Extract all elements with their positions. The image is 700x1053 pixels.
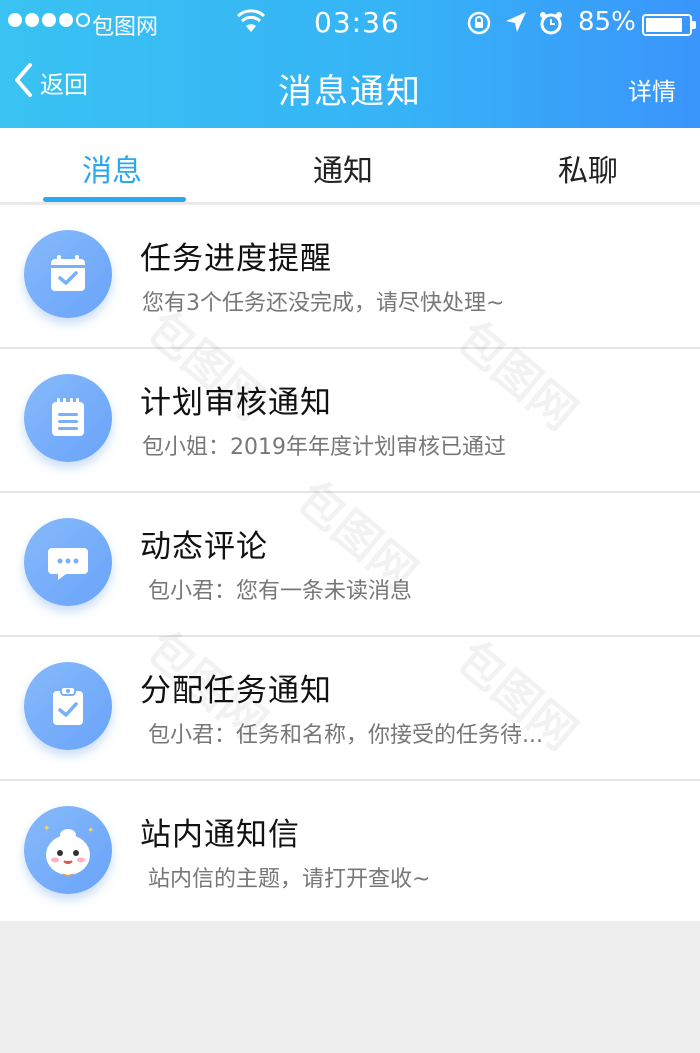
message-subtitle: 包小姐：2019年年度计划审核已通过 xyxy=(142,435,506,460)
status-bar: 包图网 03:36 85% xyxy=(0,0,700,50)
message-title: 任务进度提醒 xyxy=(140,241,332,277)
message-item-task-progress[interactable]: 任务进度提醒 您有3个任务还没完成，请尽快处理~ xyxy=(0,205,700,349)
tab-messages[interactable]: 消息 xyxy=(82,146,142,190)
message-item-site-mail[interactable]: ✦ ✦ 站内通知信 站内信的主题，请打开查收~ xyxy=(0,781,700,921)
message-item-plan-review[interactable]: 计划审核通知 包小姐：2019年年度计划审核已通过 xyxy=(0,349,700,493)
battery-percentage: 85% xyxy=(578,7,636,37)
mascot-avatar-icon: ✦ ✦ xyxy=(24,806,112,894)
active-tab-indicator xyxy=(43,197,186,202)
location-arrow-icon xyxy=(504,10,528,42)
calendar-check-icon xyxy=(24,230,112,318)
clipboard-check-icon xyxy=(24,662,112,750)
app-header: 包图网 03:36 85% 返回 消息通知 详情 xyxy=(0,0,700,128)
navigation-bar: 返回 消息通知 详情 xyxy=(0,50,700,128)
notepad-icon xyxy=(24,374,112,462)
status-time: 03:36 xyxy=(314,6,400,39)
message-subtitle: 包小君：任务和名称，你接受的任务待... xyxy=(148,723,543,748)
detail-button[interactable]: 详情 xyxy=(628,72,676,107)
message-subtitle: 站内信的主题，请打开查收~ xyxy=(148,867,431,892)
message-title: 分配任务通知 xyxy=(140,673,332,709)
svg-text:✦: ✦ xyxy=(87,826,95,836)
signal-strength-icon xyxy=(8,13,90,27)
message-title: 计划审核通知 xyxy=(140,385,332,421)
message-item-comment[interactable]: 动态评论 包小君：您有一条未读消息 xyxy=(0,493,700,637)
wifi-icon xyxy=(236,8,266,40)
message-list: 任务进度提醒 您有3个任务还没完成，请尽快处理~ 计划审核通知 包小姐：2019… xyxy=(0,205,700,921)
carrier-name: 包图网 xyxy=(92,15,159,40)
tab-notifications[interactable]: 通知 xyxy=(313,146,373,190)
page-title: 消息通知 xyxy=(278,72,422,112)
message-title: 动态评论 xyxy=(140,529,268,565)
tab-private-chat[interactable]: 私聊 xyxy=(558,146,618,190)
rotation-lock-icon xyxy=(466,10,492,42)
message-title: 站内通知信 xyxy=(140,817,300,853)
message-subtitle: 包小君：您有一条未读消息 xyxy=(148,579,413,604)
alarm-clock-icon xyxy=(538,10,564,42)
svg-text:✦: ✦ xyxy=(43,824,51,834)
battery-icon xyxy=(642,14,696,36)
tab-bar: 消息 通知 私聊 xyxy=(0,128,700,204)
message-subtitle: 您有3个任务还没完成，请尽快处理~ xyxy=(142,291,505,316)
chat-bubble-icon xyxy=(24,518,112,606)
message-item-task-assign[interactable]: 分配任务通知 包小君：任务和名称，你接受的任务待... xyxy=(0,637,700,781)
